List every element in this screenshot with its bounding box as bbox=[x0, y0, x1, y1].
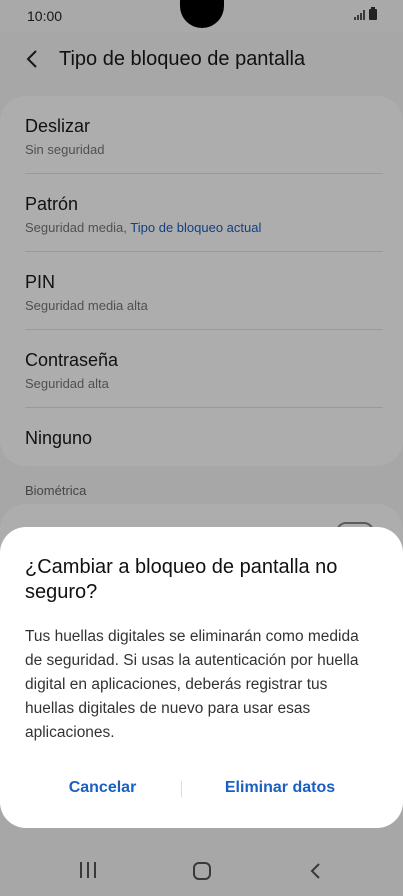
button-divider bbox=[181, 781, 182, 797]
cancel-button[interactable]: Cancelar bbox=[30, 773, 175, 803]
dialog-message: Tus huellas digitales se eliminarán como… bbox=[25, 628, 359, 741]
delete-data-button[interactable]: Eliminar datos bbox=[200, 773, 360, 803]
dialog-title: ¿Cambiar a bloqueo de pantalla no seguro… bbox=[25, 556, 338, 603]
confirm-dialog: ¿Cambiar a bloqueo de pantalla no seguro… bbox=[0, 527, 403, 828]
dialog-buttons: Cancelar Eliminar datos bbox=[0, 773, 403, 803]
